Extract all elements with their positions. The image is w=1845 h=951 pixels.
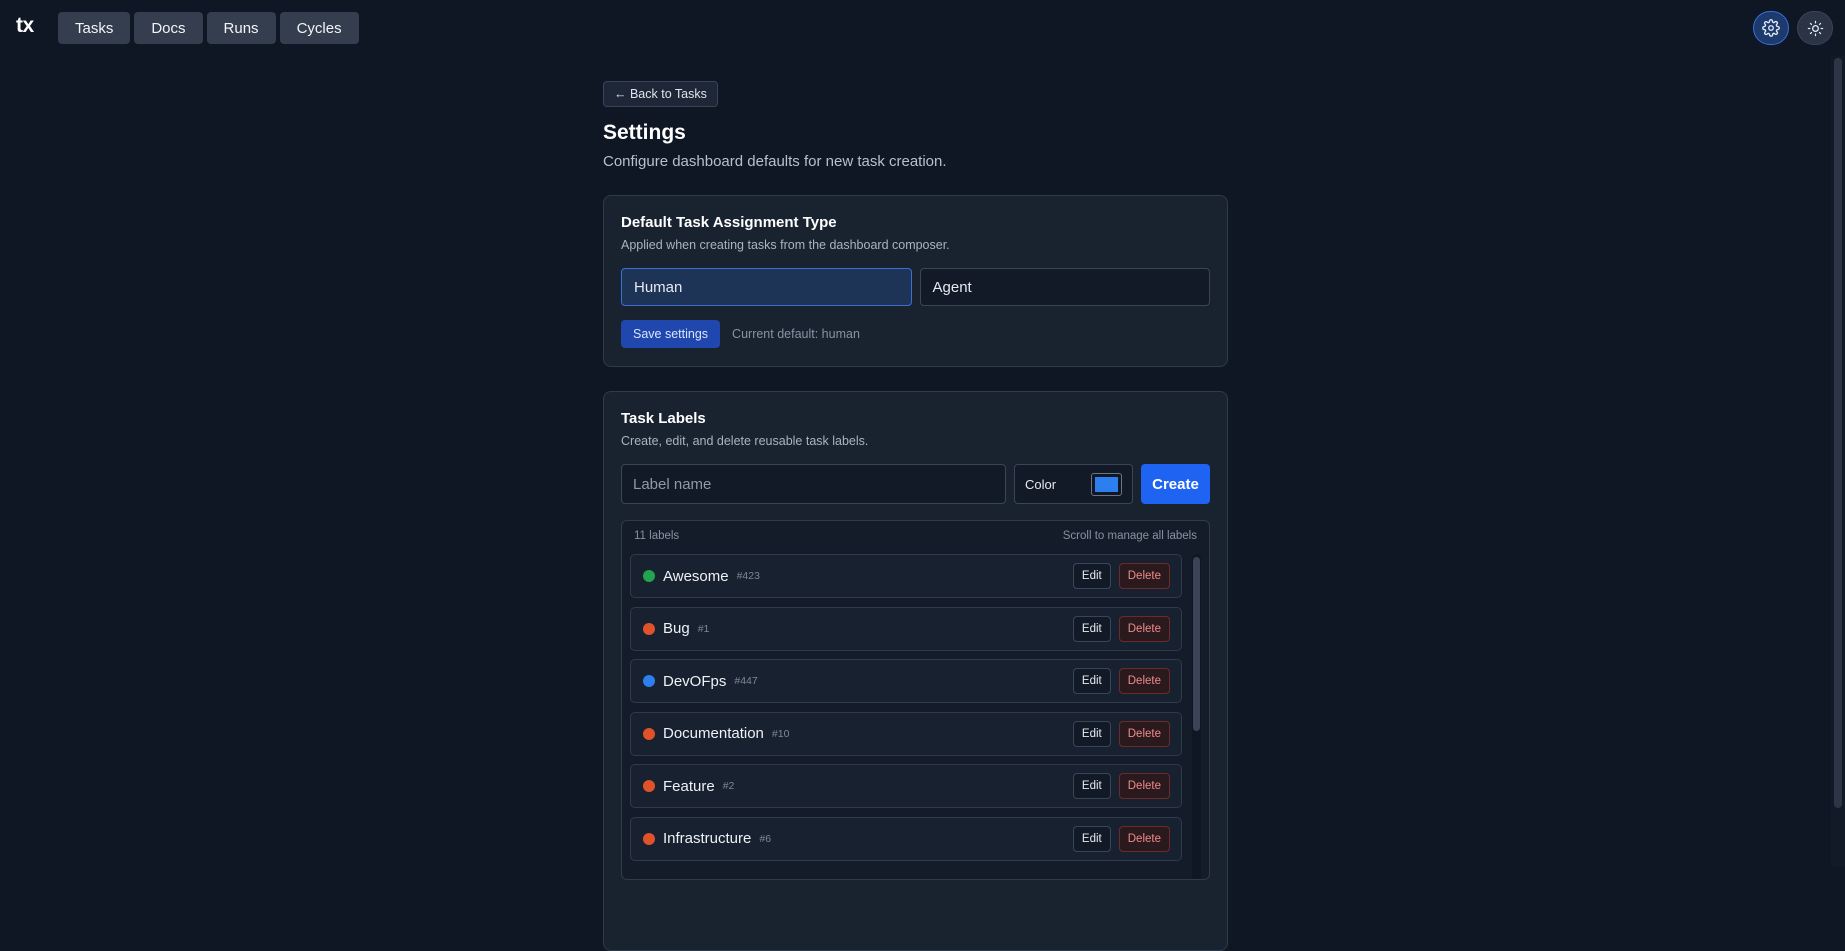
label-row: Bug #1 Edit Delete: [630, 606, 1182, 651]
settings-main: ← Back to Tasks Settings Configure dashb…: [603, 81, 1228, 951]
label-color-dot: [643, 675, 655, 688]
edit-label-button[interactable]: Edit: [1072, 773, 1111, 800]
label-row: Documentation #10 Edit Delete: [630, 711, 1182, 756]
label-name-input[interactable]: Label name: [621, 464, 1006, 504]
labels-heading: Task Labels: [621, 410, 706, 427]
color-label: Color: [1025, 476, 1057, 492]
task-labels-card: Task Labels Create, edit, and delete reu…: [603, 391, 1228, 951]
label-rows[interactable]: Awesome #423 Edit Delete Bug #1 Edit Del…: [630, 554, 1182, 870]
theme-toggle-button[interactable]: [1797, 11, 1833, 45]
create-label-button[interactable]: Create: [1141, 464, 1210, 504]
delete-label-button[interactable]: Delete: [1118, 720, 1170, 747]
label-color-dot: [643, 727, 655, 740]
label-row: Awesome #423 Edit Delete: [630, 554, 1182, 598]
page-scrollbar[interactable]: [1831, 56, 1845, 867]
label-name: Infrastructure: [663, 830, 752, 848]
page-subtitle: Configure dashboard defaults for new tas…: [603, 153, 947, 170]
delete-label-button[interactable]: Delete: [1118, 825, 1170, 852]
color-picker[interactable]: Color: [1014, 464, 1133, 504]
labels-list: 11 labels Scroll to manage all labels Aw…: [621, 520, 1210, 880]
scroll-hint: Scroll to manage all labels: [1062, 530, 1197, 542]
option-human[interactable]: Human: [621, 268, 912, 306]
edit-label-button[interactable]: Edit: [1072, 720, 1111, 747]
label-color-dot: [643, 832, 655, 845]
label-color-dot: [643, 570, 655, 582]
color-swatch[interactable]: [1091, 472, 1122, 496]
nav-tab-cycles[interactable]: Cycles: [279, 12, 359, 44]
save-row: Save settings Current default: human: [621, 320, 1210, 348]
save-settings-button[interactable]: Save settings: [621, 320, 721, 348]
nav-tab-docs[interactable]: Docs: [134, 12, 203, 44]
delete-label-button[interactable]: Delete: [1118, 773, 1170, 800]
label-id: #6: [759, 832, 772, 845]
delete-label-button[interactable]: Delete: [1118, 668, 1170, 695]
labels-list-scrollbar[interactable]: [1192, 554, 1201, 879]
label-id: #447: [734, 675, 758, 688]
label-name: Feature: [663, 777, 715, 795]
label-id: #10: [771, 727, 790, 740]
assignment-description: Applied when creating tasks from the das…: [621, 238, 950, 252]
label-id: #2: [722, 780, 735, 793]
nav-tab-runs[interactable]: Runs: [206, 12, 276, 44]
labels-count: 11 labels: [634, 530, 680, 542]
edit-label-button[interactable]: Edit: [1072, 825, 1111, 852]
label-row: Feature #2 Edit Delete: [630, 764, 1182, 809]
edit-label-button[interactable]: Edit: [1072, 668, 1111, 695]
label-row: Infrastructure #6 Edit Delete: [630, 816, 1182, 861]
back-to-tasks-button[interactable]: ← Back to Tasks: [603, 81, 718, 107]
label-id: #1: [697, 622, 710, 635]
edit-label-button[interactable]: Edit: [1072, 563, 1111, 589]
label-name: Documentation: [663, 725, 764, 743]
label-name: Awesome: [663, 567, 729, 585]
label-id: #423: [736, 570, 760, 582]
labels-list-header: 11 labels Scroll to manage all labels: [622, 521, 1209, 542]
app-logo[interactable]: tx: [16, 14, 34, 38]
label-name: Bug: [663, 620, 690, 638]
assignment-type-options: Human Agent: [621, 268, 1210, 306]
top-icons: [1753, 11, 1833, 45]
page-title: Settings: [603, 121, 686, 144]
create-label-row: Label name Color Create: [621, 464, 1210, 504]
option-agent[interactable]: Agent: [919, 268, 1210, 306]
label-row: DevOFps #447 Edit Delete: [630, 659, 1182, 704]
delete-label-button[interactable]: Delete: [1118, 563, 1170, 589]
label-name: DevOFps: [663, 672, 727, 690]
nav-tabs: Tasks Docs Runs Cycles: [58, 12, 359, 44]
labels-list-scrollbar-thumb[interactable]: [1193, 557, 1200, 731]
assignment-type-card: Default Task Assignment Type Applied whe…: [603, 195, 1228, 367]
current-default-note: Current default: human: [732, 327, 860, 341]
edit-label-button[interactable]: Edit: [1072, 615, 1111, 642]
sun-icon: [1807, 20, 1823, 36]
gear-icon: [1762, 19, 1780, 37]
labels-description: Create, edit, and delete reusable task l…: [621, 434, 869, 448]
page-scrollbar-thumb[interactable]: [1834, 58, 1842, 808]
settings-button[interactable]: [1753, 11, 1789, 45]
top-nav-bar: tx Tasks Docs Runs Cycles: [0, 0, 1845, 56]
label-color-dot: [643, 622, 655, 635]
nav-tab-tasks[interactable]: Tasks: [58, 12, 131, 44]
delete-label-button[interactable]: Delete: [1118, 615, 1170, 642]
assignment-heading: Default Task Assignment Type: [621, 214, 837, 231]
label-color-dot: [643, 780, 655, 793]
